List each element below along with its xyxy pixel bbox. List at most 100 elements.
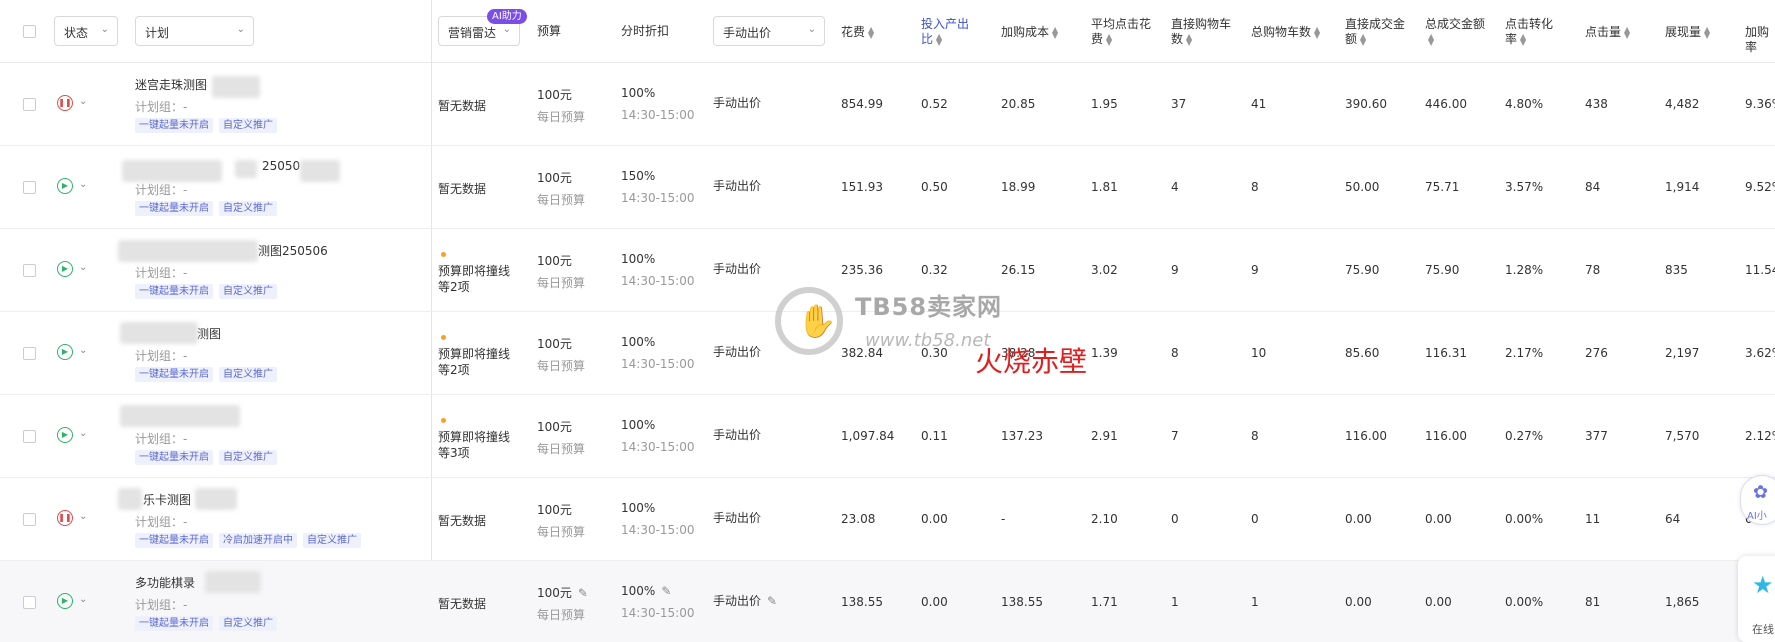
- avg-click-cost-value: 2.91: [1091, 429, 1118, 443]
- row-checkbox[interactable]: [23, 347, 36, 360]
- tag-cold-start: 冷启加速开启中: [219, 533, 297, 548]
- total-cart-header[interactable]: 总购物车数 ▲ ▼: [1251, 25, 1320, 40]
- roi-value: 0.52: [921, 97, 948, 111]
- play-icon[interactable]: ▶: [57, 261, 73, 277]
- plan-name[interactable]: 多功能棋录: [135, 574, 195, 591]
- total-cart-value: 10: [1251, 346, 1267, 360]
- plan-filter-label: 计划: [145, 26, 170, 40]
- table-row[interactable]: ▶ ⌄ 多功能棋录 计划组：- 一键起量未开启 自定义推广 暂无数据 100元 ✎ 每日预算 100…: [0, 561, 1775, 642]
- radar-more[interactable]: 等3项: [438, 444, 470, 461]
- plan-name[interactable]: 测图250506: [258, 242, 328, 259]
- plan-filter-select[interactable]: 计划 ⌄: [135, 16, 254, 46]
- ctr-value: 0.00%: [1505, 512, 1544, 526]
- direct-amount-value: 390.60: [1345, 97, 1387, 111]
- clicks-value: 377: [1585, 429, 1608, 443]
- edit-icon[interactable]: ✎: [578, 586, 588, 600]
- table-row[interactable]: ▶⌄测图计划组：-一键起量未开启自定义推广预算即将撞线等3项100元每日预算10…: [0, 395, 1775, 478]
- online-service-button[interactable]: ★ 在线: [1738, 556, 1775, 642]
- roi-header[interactable]: 投入产出比 ▲ ▼: [921, 17, 975, 47]
- radar-more[interactable]: 等2项: [438, 278, 470, 295]
- play-icon[interactable]: ▶: [57, 427, 73, 443]
- play-icon[interactable]: ▶: [57, 344, 73, 360]
- watermark-site-url: www.tb58.net: [865, 330, 991, 351]
- redaction-blur: [300, 160, 340, 182]
- time-slot: 14:30-15:00: [621, 357, 695, 371]
- plan-name[interactable]: 迷宫走珠测图: [135, 76, 207, 93]
- sort-icon: ▲ ▼: [868, 24, 875, 40]
- total-amount-value: 0.00: [1425, 595, 1452, 609]
- chevron-down-icon[interactable]: ⌄: [79, 179, 87, 190]
- edit-icon[interactable]: ✎: [767, 594, 777, 608]
- table-row[interactable]: ❚❚ ⌄ 乐卡测图 计划组：- 一键起量未开启 冷启加速开启中 自定义推广 暂无数据 100元每…: [0, 478, 1775, 561]
- row-checkbox[interactable]: [23, 513, 36, 526]
- tag-one-click: 一键起量未开启: [135, 201, 213, 216]
- budget-value: 100元: [537, 337, 572, 351]
- direct-amount-value: 85.60: [1345, 346, 1380, 360]
- table-row[interactable]: ▶ ⌄ 25050 计划组：- 一键起量未开启 自定义推广 暂无数据 100元 每日预算 150%…: [0, 146, 1775, 229]
- bid-mode: 手动出价: [713, 511, 762, 525]
- direct-amount-header[interactable]: 直接成交金额 ▲ ▼: [1345, 17, 1411, 47]
- radar-status[interactable]: 预算即将撞线: [438, 345, 510, 362]
- total-amount-header[interactable]: 总成交金额▲ ▼: [1425, 17, 1487, 47]
- row-checkbox[interactable]: [23, 596, 36, 609]
- plan-name[interactable]: 25050: [262, 159, 300, 173]
- avg-click-cost-header[interactable]: 平均点击花费 ▲ ▼: [1091, 17, 1151, 47]
- plan-name[interactable]: 测图: [197, 325, 221, 342]
- radar-more[interactable]: 等2项: [438, 361, 470, 378]
- radar-status[interactable]: 预算即将撞线: [438, 428, 510, 445]
- play-icon[interactable]: ▶: [57, 593, 73, 609]
- tag-one-click: 一键起量未开启: [135, 284, 213, 299]
- table-row[interactable]: ❚❚ ⌄ 迷宫走珠测图 计划组：- 一键起量未开启 自定义推广 暂无数据 100元 每日预算 10…: [0, 63, 1775, 146]
- chevron-down-icon[interactable]: ⌄: [79, 428, 87, 439]
- edit-icon[interactable]: ✎: [661, 584, 671, 598]
- chevron-down-icon[interactable]: ⌄: [79, 96, 87, 107]
- ctr-value: 1.28%: [1505, 263, 1544, 277]
- direct-amount-value: 0.00: [1345, 512, 1372, 526]
- status-filter-select[interactable]: 状态 ⌄: [54, 16, 118, 46]
- chevron-down-icon[interactable]: ⌄: [79, 345, 87, 356]
- bid-mode-select[interactable]: 手动出价 ⌄: [713, 16, 825, 46]
- discount-value: 150%: [621, 169, 656, 183]
- chevron-down-icon[interactable]: ⌄: [79, 594, 87, 605]
- direct-amount-value: 75.90: [1345, 263, 1380, 277]
- cart-cost-value: -: [1001, 512, 1006, 526]
- total-amount-value: 116.00: [1425, 429, 1467, 443]
- radar-label: 营销雷达: [448, 26, 497, 40]
- budget-type: 每日预算: [537, 525, 586, 539]
- pause-icon[interactable]: ❚❚: [57, 95, 73, 111]
- clicks-header[interactable]: 点击量 ▲ ▼: [1585, 25, 1630, 40]
- row-checkbox[interactable]: [23, 98, 36, 111]
- impressions-header[interactable]: 展现量 ▲ ▼: [1665, 25, 1710, 40]
- add-rate-header[interactable]: 加购率: [1745, 25, 1775, 55]
- chevron-down-icon[interactable]: ⌄: [79, 511, 87, 522]
- pause-icon[interactable]: ❚❚: [57, 510, 73, 526]
- table-row[interactable]: ▶ ⌄ 测图 计划组：- 一键起量未开启 自定义推广 预算即将撞线 等2项 100元 每日预算 10…: [0, 312, 1775, 395]
- ai-assistant-button[interactable]: ✿ AI小: [1740, 475, 1775, 525]
- select-all-checkbox[interactable]: [23, 25, 36, 38]
- redaction-blur: [118, 240, 258, 262]
- ctr-header[interactable]: 点击转化率 ▲ ▼: [1505, 17, 1563, 47]
- chevron-down-icon[interactable]: ⌄: [79, 262, 87, 273]
- row-checkbox[interactable]: [23, 430, 36, 443]
- plan-group: 计划组：-: [135, 349, 188, 363]
- row-checkbox[interactable]: [23, 181, 36, 194]
- cost-header[interactable]: 花费 ▲ ▼: [841, 25, 874, 40]
- add-rate-value: 11.54: [1745, 263, 1775, 277]
- sort-icon: ▲ ▼: [1704, 24, 1711, 40]
- total-amount-value: 0.00: [1425, 512, 1452, 526]
- bid-mode: 手动出价: [713, 345, 762, 359]
- plan-name[interactable]: 乐卡测图: [143, 491, 191, 508]
- budget-type: 每日预算: [537, 276, 586, 290]
- discount-value: 100%: [621, 335, 656, 349]
- cart-cost-header[interactable]: 加购成本 ▲ ▼: [1001, 25, 1058, 40]
- chevron-down-icon: ⌄: [502, 24, 511, 35]
- sort-icon: ▲ ▼: [1428, 31, 1435, 47]
- row-checkbox[interactable]: [23, 264, 36, 277]
- avg-click-cost-value: 1.39: [1091, 346, 1118, 360]
- warning-dot-icon: [441, 335, 446, 340]
- radar-status[interactable]: 预算即将撞线: [438, 262, 510, 279]
- direct-cart-header[interactable]: 直接购物车数 ▲ ▼: [1171, 17, 1233, 47]
- total-cart-value: 41: [1251, 97, 1267, 111]
- tag-custom: 自定义推广: [219, 367, 277, 382]
- play-icon[interactable]: ▶: [57, 178, 73, 194]
